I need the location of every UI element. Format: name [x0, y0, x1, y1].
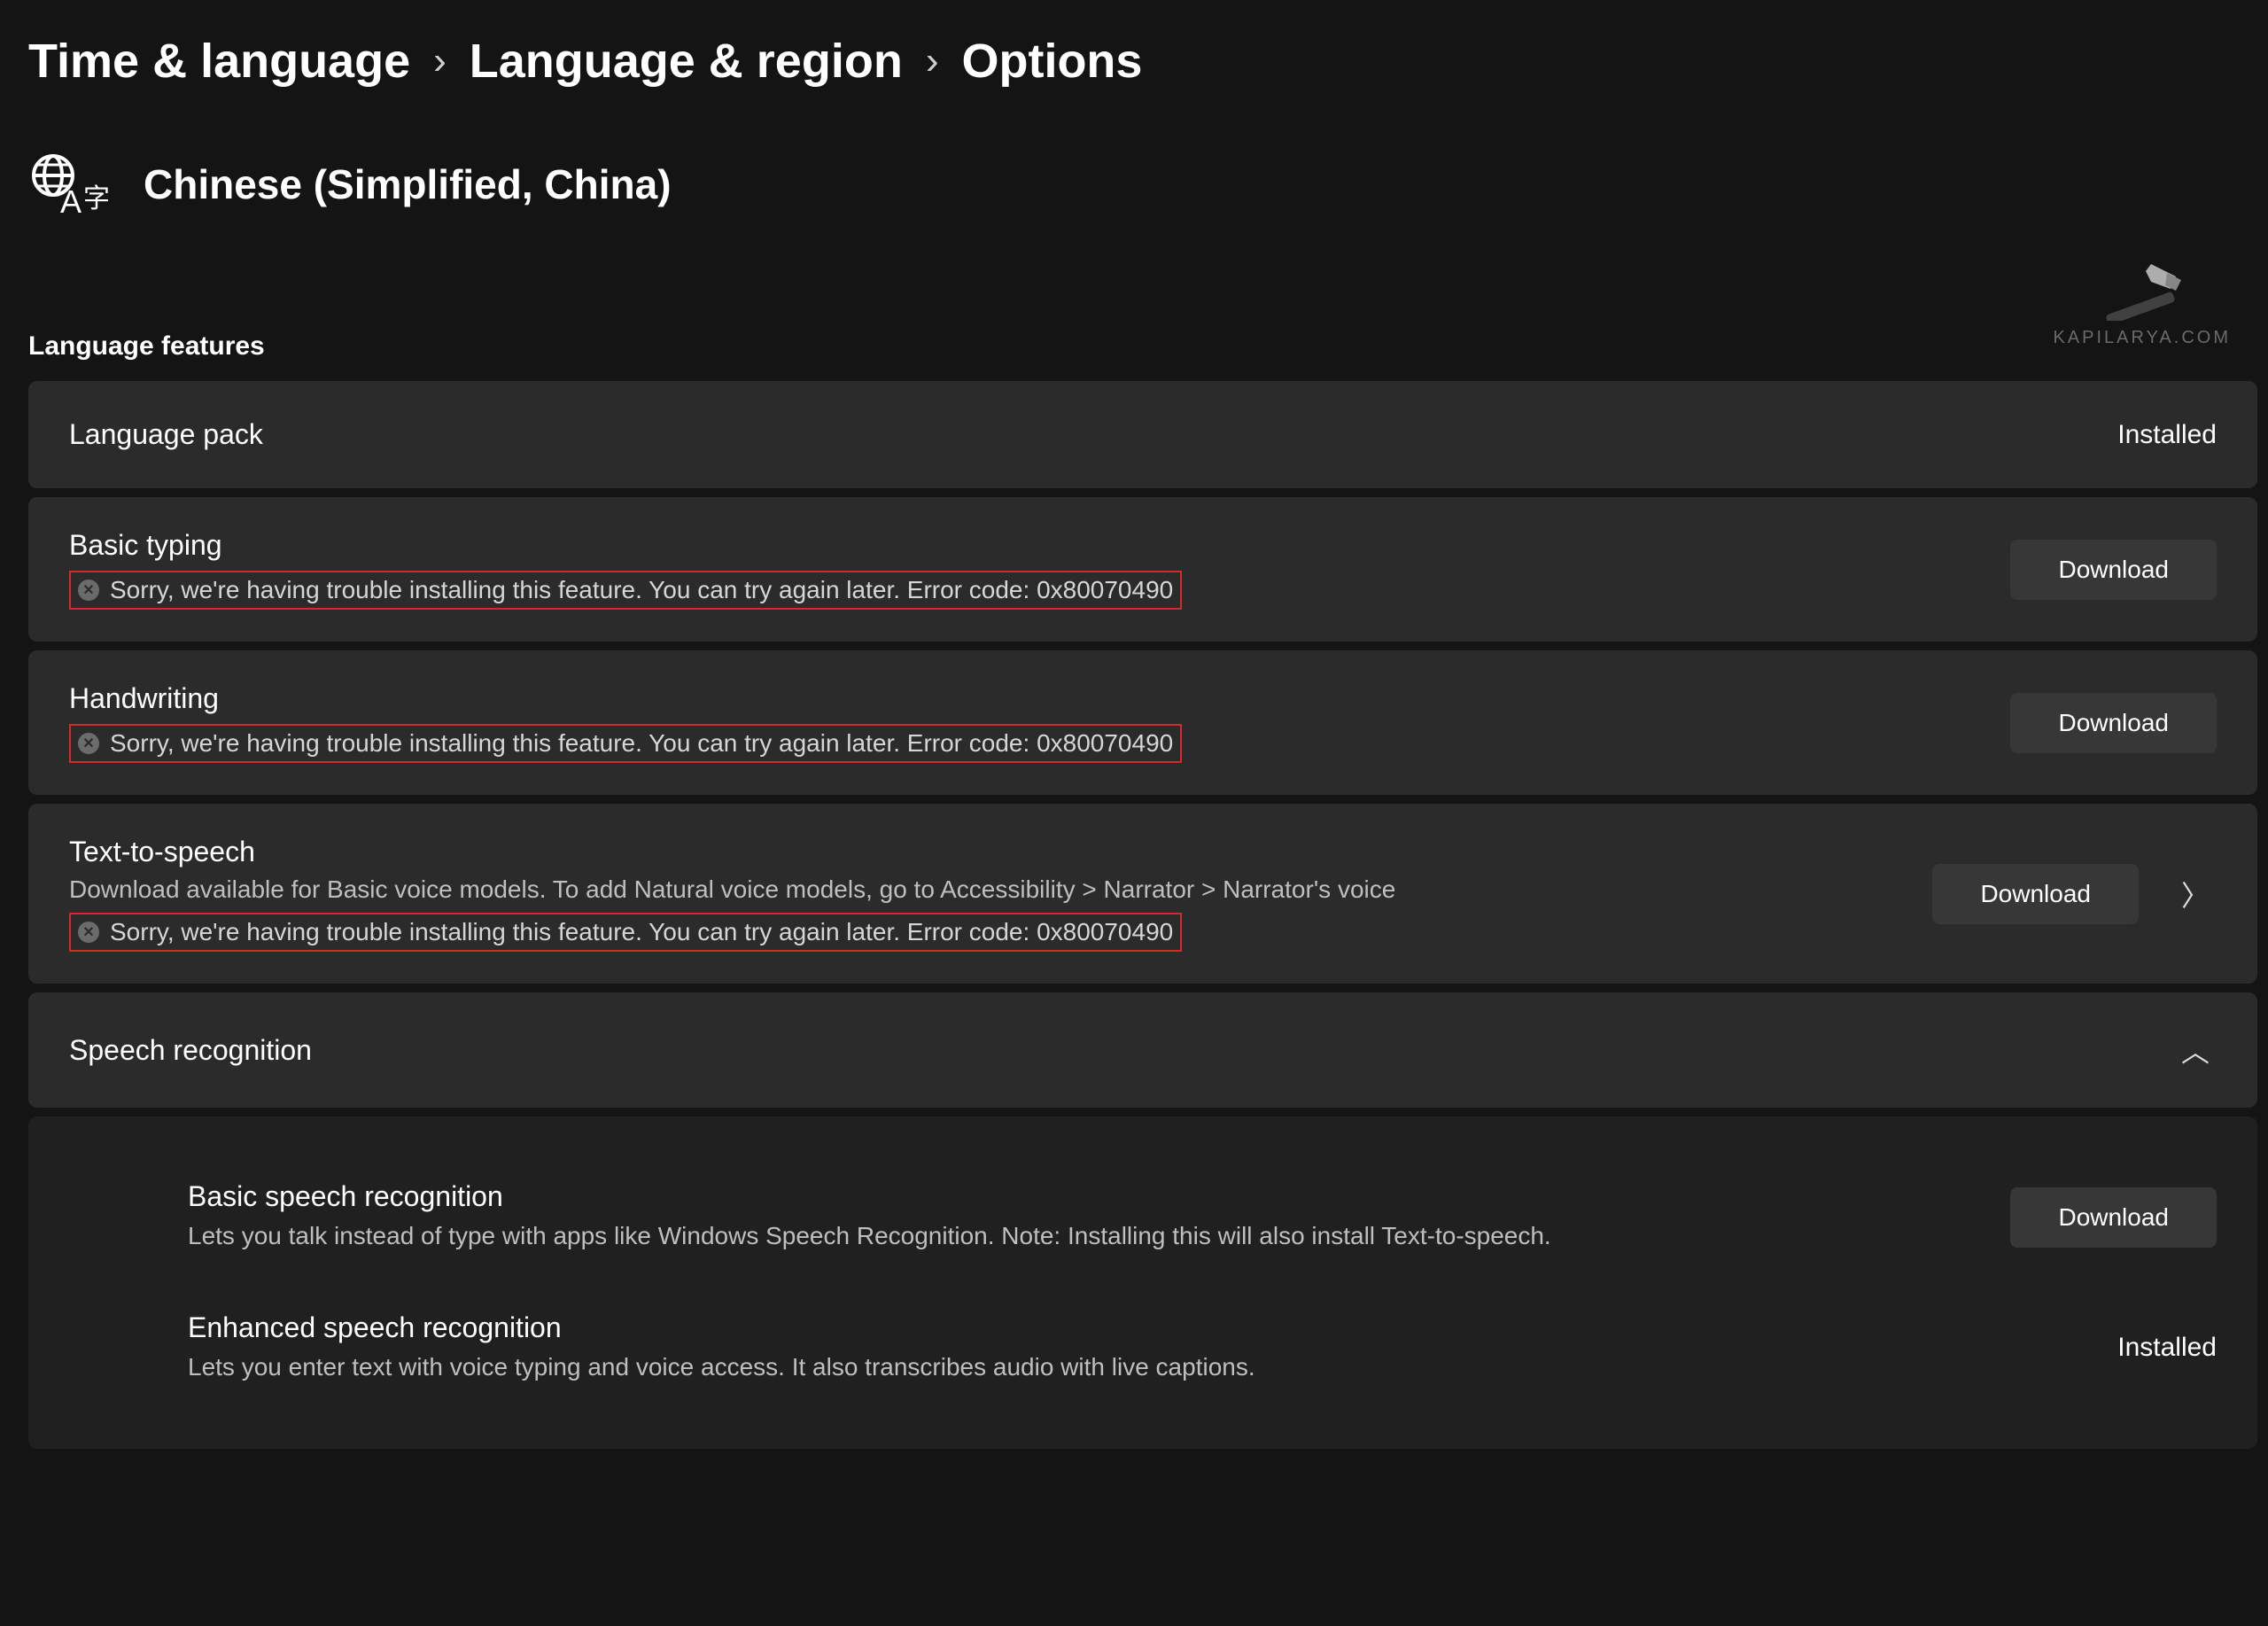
- error-icon: ✕: [78, 580, 99, 601]
- feature-subtitle: Download available for Basic voice model…: [69, 875, 1897, 904]
- error-text: Sorry, we're having trouble installing t…: [110, 576, 1173, 604]
- chevron-right-icon: ›: [433, 39, 447, 83]
- subitem-title: Enhanced speech recognition: [188, 1311, 1756, 1344]
- chevron-right-icon[interactable]: 〉: [2174, 874, 2217, 914]
- subitem-desc: Lets you enter text with voice typing an…: [188, 1350, 1756, 1386]
- download-button[interactable]: Download: [2010, 1187, 2217, 1248]
- download-button[interactable]: Download: [2010, 693, 2217, 753]
- chevron-right-icon: ›: [926, 39, 939, 83]
- language-globe-icon: A 字: [28, 152, 108, 216]
- svg-text:字: 字: [83, 184, 108, 214]
- download-button[interactable]: Download: [2010, 540, 2217, 600]
- breadcrumb-time-language[interactable]: Time & language: [28, 34, 410, 89]
- card-text-to-speech[interactable]: Text-to-speech Download available for Ba…: [28, 804, 2257, 984]
- breadcrumb-language-region[interactable]: Language & region: [470, 34, 903, 89]
- feature-title: Language pack: [69, 418, 2082, 451]
- feature-title: Text-to-speech: [69, 836, 1897, 868]
- feature-title: Speech recognition: [69, 1034, 2139, 1067]
- status-installed: Installed: [2117, 420, 2217, 450]
- speech-recognition-sublist: Basic speech recognition Lets you talk i…: [28, 1116, 2257, 1449]
- sub-item-basic-speech[interactable]: Basic speech recognition Lets you talk i…: [188, 1152, 2217, 1283]
- svg-text:A: A: [60, 183, 82, 216]
- feature-title: Basic typing: [69, 529, 1975, 562]
- card-speech-recognition[interactable]: Speech recognition ︿: [28, 992, 2257, 1108]
- error-text: Sorry, we're having trouble installing t…: [110, 918, 1173, 946]
- error-text: Sorry, we're having trouble installing t…: [110, 729, 1173, 758]
- download-button[interactable]: Download: [1932, 864, 2139, 924]
- breadcrumb: Time & language › Language & region › Op…: [28, 34, 2257, 89]
- language-header: A 字 Chinese (Simplified, China): [28, 152, 2257, 216]
- card-language-pack[interactable]: Language pack Installed: [28, 381, 2257, 488]
- language-title: Chinese (Simplified, China): [144, 160, 672, 208]
- sub-item-enhanced-speech[interactable]: Enhanced speech recognition Lets you ent…: [188, 1283, 2217, 1414]
- subitem-title: Basic speech recognition: [188, 1180, 1756, 1213]
- card-basic-typing[interactable]: Basic typing ✕ Sorry, we're having troub…: [28, 497, 2257, 642]
- card-handwriting[interactable]: Handwriting ✕ Sorry, we're having troubl…: [28, 650, 2257, 795]
- section-language-features: Language features: [28, 331, 2257, 362]
- error-icon: ✕: [78, 922, 99, 943]
- breadcrumb-current: Options: [961, 34, 1142, 89]
- error-highlight: ✕ Sorry, we're having trouble installing…: [69, 913, 1182, 952]
- error-icon: ✕: [78, 733, 99, 754]
- error-highlight: ✕ Sorry, we're having trouble installing…: [69, 724, 1182, 763]
- feature-title: Handwriting: [69, 682, 1975, 715]
- chevron-up-icon[interactable]: ︿: [2174, 1030, 2217, 1070]
- status-installed: Installed: [2117, 1333, 2217, 1363]
- subitem-desc: Lets you talk instead of type with apps …: [188, 1218, 1756, 1255]
- error-highlight: ✕ Sorry, we're having trouble installing…: [69, 571, 1182, 610]
